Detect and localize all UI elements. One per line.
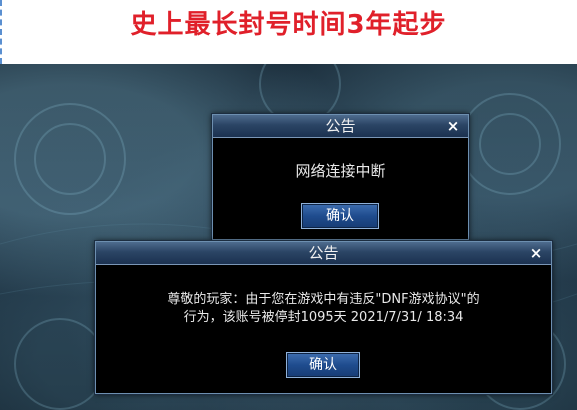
dialog-body: 尊敬的玩家：由于您在游戏中有违反"DNF游戏协议"的 行为，该账号被停封1095… bbox=[96, 265, 551, 327]
confirm-button[interactable]: 确认 bbox=[301, 203, 379, 229]
dialog-body: 网络连接中断 bbox=[213, 138, 468, 181]
confirm-button[interactable]: 确认 bbox=[286, 352, 360, 378]
dialog-title: 公告 bbox=[308, 244, 339, 262]
dialog-titlebar: 公告 × bbox=[213, 115, 468, 138]
headline-caption: 史上最长封号时间3年起步 bbox=[130, 10, 447, 40]
dialog-titlebar: 公告 × bbox=[96, 242, 551, 265]
close-icon[interactable]: × bbox=[444, 117, 462, 135]
dialog-message: 网络连接中断 bbox=[295, 162, 386, 180]
dialog-title: 公告 bbox=[325, 117, 356, 135]
dialog-message-line-1: 尊敬的玩家：由于您在游戏中有违反"DNF游戏协议"的 bbox=[167, 292, 480, 307]
notice-dialog-bottom: 公告 × 尊敬的玩家：由于您在游戏中有违反"DNF游戏协议"的 行为，该账号被停… bbox=[95, 241, 552, 394]
game-background: 公告 × 网络连接中断 确认 公告 × 尊敬的玩家：由于您在游戏中有违反"DNF… bbox=[0, 64, 577, 410]
close-icon[interactable]: × bbox=[527, 244, 545, 262]
notice-dialog-top: 公告 × 网络连接中断 确认 bbox=[212, 114, 469, 240]
dialog-message-line-2: 行为，该账号被停封1095天 2021/7/31/ 18:34 bbox=[183, 310, 464, 325]
